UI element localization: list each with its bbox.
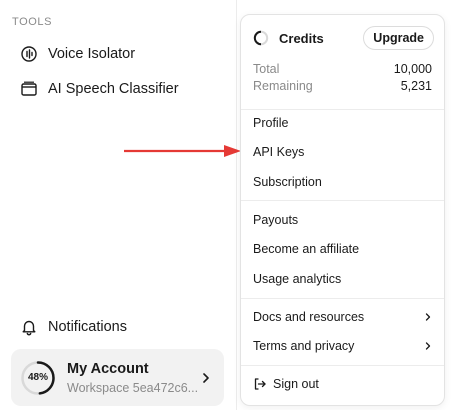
usage-percent: 48% — [27, 372, 48, 383]
bell-icon — [20, 318, 38, 336]
menu-item-become-affiliate[interactable]: Become an affiliate — [253, 238, 432, 260]
sidebar-item-label: Voice Isolator — [48, 46, 136, 62]
chevron-right-icon — [198, 372, 214, 384]
menu-item-sign-out[interactable]: Sign out — [253, 373, 432, 395]
sidebar: TOOLS Voice Isolator AI Speech Classifie… — [0, 0, 236, 410]
credits-header: Credits Upgrade — [253, 25, 434, 51]
account-card[interactable]: 48% My Account Workspace 5ea472c6... — [11, 349, 224, 406]
red-arrow-annotation — [124, 145, 241, 157]
upgrade-button[interactable]: Upgrade — [363, 26, 434, 50]
credits-remaining-row: Remaining 5,231 — [253, 79, 432, 95]
menu-item-terms-privacy[interactable]: Terms and privacy — [253, 335, 432, 357]
credits-ring-icon — [253, 30, 269, 46]
tools-section-label: TOOLS — [12, 16, 53, 28]
menu-divider — [241, 365, 444, 366]
sidebar-item-notifications[interactable]: Notifications — [12, 312, 224, 342]
credits-total-row: Total 10,000 — [253, 62, 432, 78]
window-icon — [20, 80, 38, 98]
menu-item-label: Docs and resources — [253, 310, 365, 324]
account-text: My Account Workspace 5ea472c6... — [67, 361, 198, 395]
menu-item-label: Sign out — [273, 377, 319, 391]
total-label: Total — [253, 62, 280, 76]
remaining-value: 5,231 — [400, 79, 432, 93]
menu-divider — [241, 298, 444, 299]
chevron-right-icon — [424, 341, 432, 351]
sidebar-item-label: AI Speech Classifier — [48, 81, 179, 97]
voice-isolator-icon — [20, 45, 38, 63]
menu-item-docs-resources[interactable]: Docs and resources — [253, 306, 432, 328]
menu-divider — [241, 200, 444, 201]
total-value: 10,000 — [393, 62, 432, 76]
credits-label: Credits — [279, 30, 324, 46]
menu-divider — [241, 109, 444, 110]
menu-item-label: Terms and privacy — [253, 339, 355, 353]
remaining-label: Remaining — [253, 79, 313, 93]
sign-out-icon — [253, 377, 267, 391]
account-dropdown-menu: Credits Upgrade Total 10,000 Remaining 5… — [240, 14, 445, 406]
sidebar-item-ai-speech-classifier[interactable]: AI Speech Classifier — [12, 74, 224, 104]
workspace-id: Workspace 5ea472c6... — [67, 380, 198, 395]
menu-item-payouts[interactable]: Payouts — [253, 209, 432, 231]
menu-item-subscription[interactable]: Subscription — [253, 171, 432, 193]
menu-item-usage-analytics[interactable]: Usage analytics — [253, 268, 432, 290]
account-name: My Account — [67, 360, 149, 377]
menu-item-api-keys[interactable]: API Keys — [253, 141, 432, 163]
menu-item-profile[interactable]: Profile — [253, 112, 432, 134]
sidebar-item-voice-isolator[interactable]: Voice Isolator — [12, 39, 224, 69]
chevron-right-icon — [424, 312, 432, 322]
sidebar-divider — [236, 0, 237, 410]
usage-progress-ring: 48% — [20, 360, 56, 396]
sidebar-item-label: Notifications — [48, 319, 127, 335]
